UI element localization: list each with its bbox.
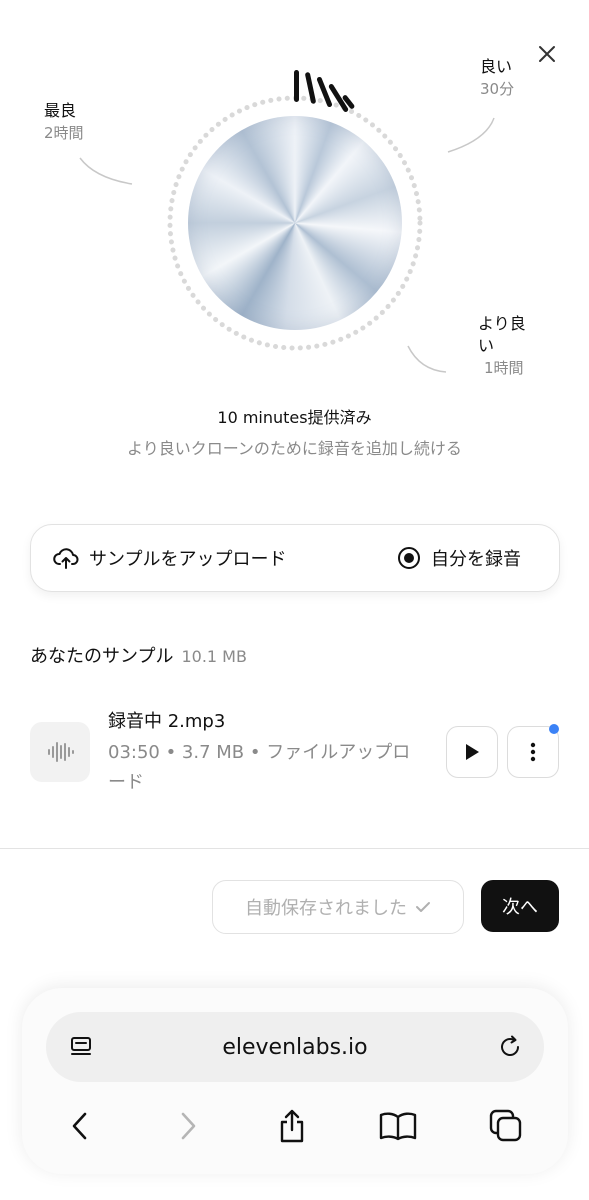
record-self-label: 自分を録音 [431,549,521,570]
sample-file-meta: 03:50 • 3.7 MB • ファイルアップロード [108,742,411,793]
progress-hint: より良いクローンのために録音を追加し続ける [127,439,462,458]
samples-total-size: 10.1 MB [181,647,247,666]
page-menu-icon[interactable] [70,1036,92,1058]
play-sample-button[interactable] [446,726,498,778]
chevron-left-icon [72,1112,87,1140]
recording-progress-dial [160,70,430,358]
autosave-label: 自動保存されました [245,898,407,919]
notification-dot [549,724,559,734]
dial-disc [188,116,402,330]
bookmarks-button[interactable] [378,1106,418,1146]
autosave-status: 自動保存されました [212,880,464,934]
more-vertical-icon [530,742,536,762]
check-icon [416,902,430,912]
sample-file-name: 録音中 2.mp3 [108,711,226,732]
play-icon [466,744,479,760]
next-button[interactable]: 次へ [481,880,559,932]
browser-toolbar: elevenlabs.io [22,988,568,1174]
forward-button[interactable] [168,1106,208,1146]
address-bar[interactable]: elevenlabs.io [46,1012,544,1082]
upload-sample-label: サンプルをアップロード [89,549,287,570]
reload-icon[interactable] [498,1035,522,1059]
waveform-icon [48,742,74,762]
back-button[interactable] [60,1106,100,1146]
tabs-icon [489,1109,522,1142]
share-icon [280,1109,304,1143]
chevron-right-icon [181,1112,196,1140]
upload-sample-button[interactable]: サンプルをアップロード [31,525,373,591]
provided-duration: 10 minutes提供済み [217,408,372,427]
samples-title: あなたのサンプル [30,646,174,667]
sample-actions: サンプルをアップロード 自分を録音 [30,524,560,592]
record-self-button[interactable]: 自分を録音 [373,525,521,591]
cloud-upload-icon [53,548,79,569]
footer-divider [0,848,589,849]
dial-progress-mark [294,70,299,102]
url-text: elevenlabs.io [222,1034,368,1060]
samples-header: あなたのサンプル 10.1 MB [30,642,247,668]
record-icon [398,547,420,569]
book-icon [379,1112,417,1141]
sample-thumbnail [30,722,90,782]
share-button[interactable] [272,1106,312,1146]
tabs-button[interactable] [486,1106,526,1146]
sample-more-button[interactable] [507,726,559,778]
